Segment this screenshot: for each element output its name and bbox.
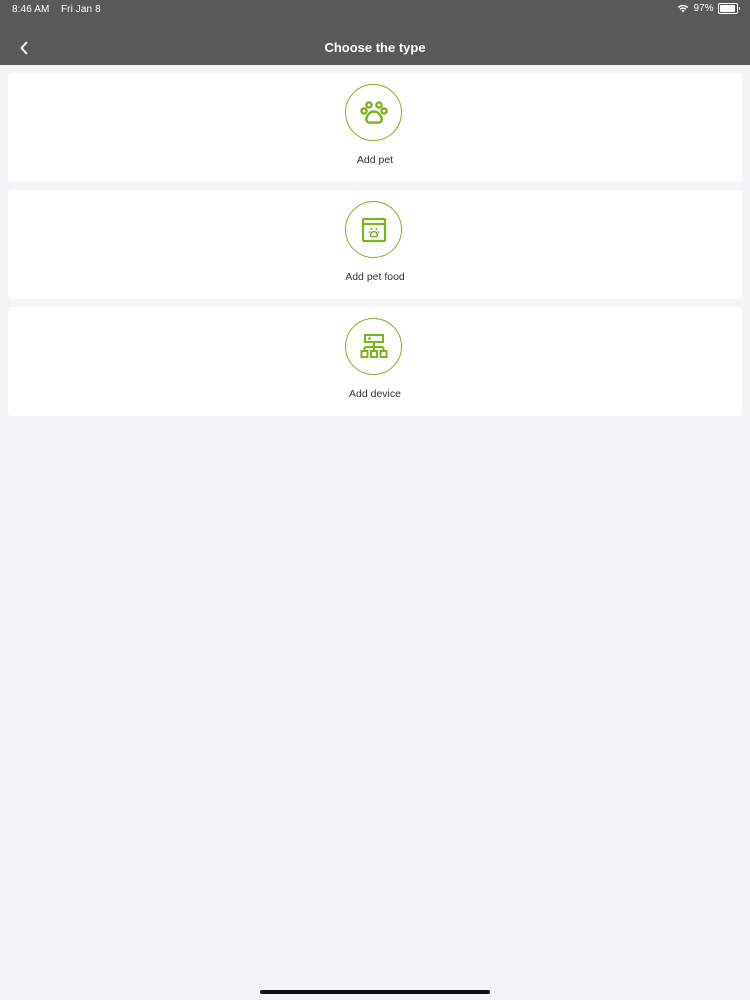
battery-percent: 97% xyxy=(693,3,714,14)
status-clock: 8:46 AM xyxy=(12,4,50,15)
add-pet-food-option[interactable]: Add pet food xyxy=(8,190,742,299)
status-time: 8:46 AM Fri Jan 8 xyxy=(12,4,101,15)
add-pet-food-icon-circle xyxy=(345,201,402,258)
add-pet-label: Add pet xyxy=(356,154,394,166)
add-device-label: Add device xyxy=(349,388,401,400)
home-indicator[interactable] xyxy=(260,990,490,994)
status-date: Fri Jan 8 xyxy=(60,4,101,15)
page-title: Choose the type xyxy=(324,40,426,55)
add-device-icon-circle xyxy=(345,318,402,375)
add-pet-food-label: Add pet food xyxy=(345,271,405,283)
paw-icon xyxy=(359,100,388,124)
add-device-option[interactable]: Add device xyxy=(8,307,742,416)
battery-icon xyxy=(717,3,738,14)
status-indicators: 97% xyxy=(677,3,740,14)
device-network-icon xyxy=(360,333,387,358)
wifi-icon xyxy=(678,4,689,13)
add-pet-option[interactable]: Add pet xyxy=(8,73,742,182)
battery-tip xyxy=(738,7,740,10)
top-bar: 8:46 AM Fri Jan 8 97% Choose the type xyxy=(0,0,750,65)
battery-level xyxy=(719,5,736,12)
pet-food-bag-icon xyxy=(361,217,386,242)
add-pet-icon-circle xyxy=(345,84,402,141)
